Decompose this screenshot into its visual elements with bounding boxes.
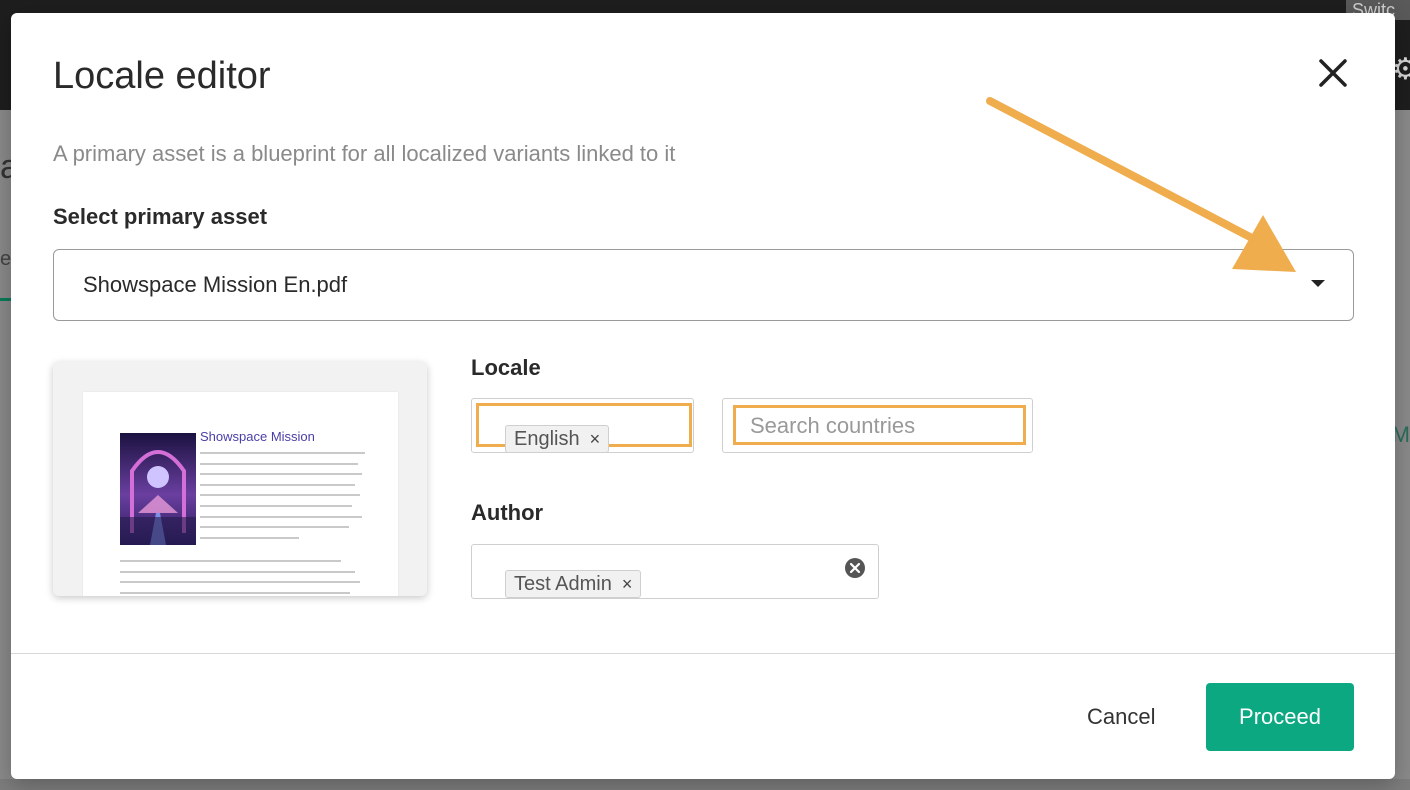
author-chip-label: Test Admin [514,573,612,595]
remove-chip-icon[interactable]: × [622,574,633,594]
document-text-block [200,452,365,547]
chevron-down-icon [1311,280,1325,287]
background-bottom-bar [0,779,1410,790]
close-button[interactable] [1315,55,1351,91]
document-title: Showspace Mission [200,429,315,444]
footer-divider [11,653,1395,654]
document-cover-art [120,433,196,545]
remove-chip-icon[interactable]: × [590,429,601,449]
document-thumbnail: Showspace Mission [83,392,398,596]
document-text-block [120,560,360,596]
author-label: Author [471,500,544,525]
proceed-button[interactable]: Proceed [1206,683,1354,751]
background-tab-indicator [0,298,11,301]
primary-asset-value: Showspace Mission En.pdf [83,272,348,297]
locale-chip: English × [505,425,610,453]
clear-icon[interactable] [844,557,866,579]
primary-asset-select[interactable]: Showspace Mission En.pdf [53,249,1354,321]
locale-label: Locale [471,355,541,380]
close-icon [1319,59,1347,87]
cancel-button[interactable]: Cancel [1087,704,1155,730]
primary-asset-label: Select primary asset [53,204,268,229]
modal-subtitle: A primary asset is a blueprint for all l… [53,141,676,166]
country-search-input[interactable] [750,412,1012,440]
modal-title: Locale editor [53,55,271,97]
author-chip: Test Admin × [505,570,642,598]
locale-chip-label: English [514,428,580,450]
asset-preview: Showspace Mission [53,362,427,596]
locale-editor-modal: Locale editor A primary asset is a bluep… [11,13,1395,779]
